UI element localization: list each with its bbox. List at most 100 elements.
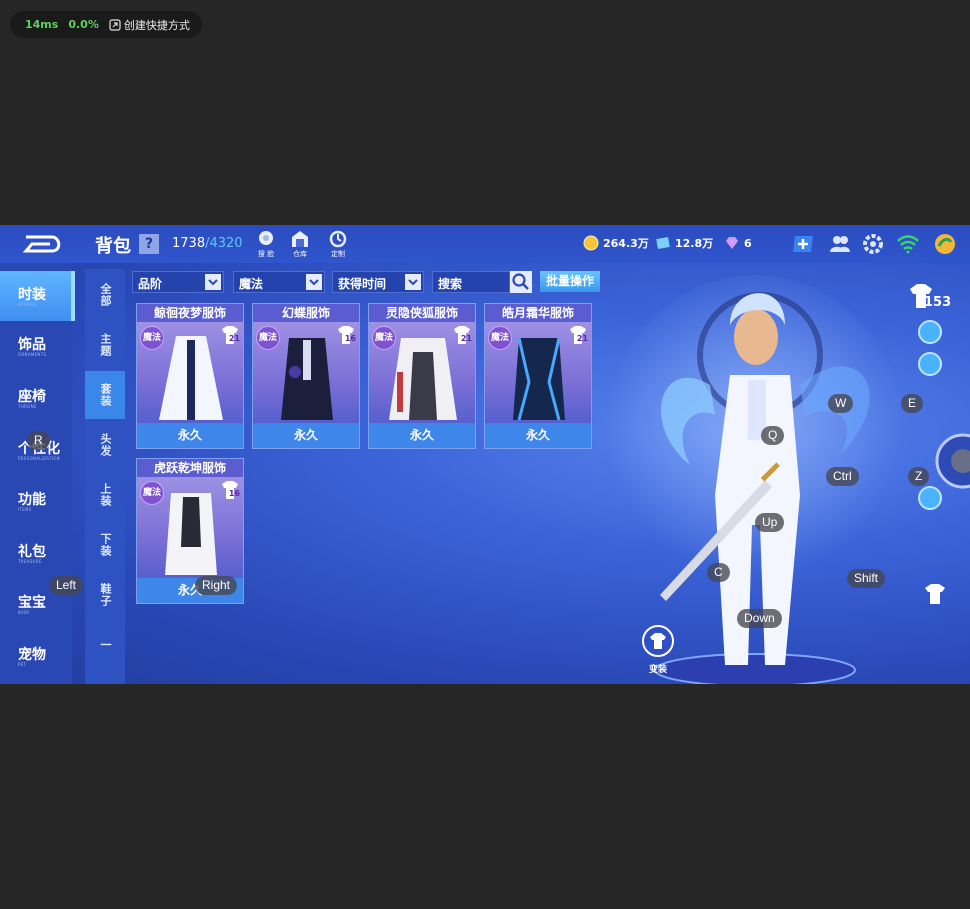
key-hint-r: R: [27, 431, 50, 450]
subtab-bottom[interactable]: 下装: [85, 521, 125, 569]
music-button[interactable]: [918, 352, 942, 376]
gold-currency: 264.3万: [583, 235, 649, 251]
joystick-icon[interactable]: [935, 433, 970, 489]
coupon-currency: 12.8万: [655, 235, 713, 251]
diamond-icon: [726, 237, 738, 249]
subtab-label: 鞋子: [99, 583, 112, 607]
friends-icon[interactable]: [828, 232, 852, 256]
item-card[interactable]: 灵隐侠狐服饰 魔法 21 永久: [368, 303, 476, 449]
outfit-count-value: 153: [924, 295, 952, 310]
vehicle-button[interactable]: [918, 320, 942, 344]
wardrobe-shirt-icon[interactable]: [922, 581, 948, 607]
key-hint-down: Down: [737, 609, 782, 628]
search-input[interactable]: 搜索: [432, 271, 510, 293]
item-duration: 永久: [485, 423, 591, 448]
dye-button[interactable]: 搜 脸: [253, 229, 279, 259]
key-hint-q: Q: [761, 426, 785, 445]
item-duration: 永久: [369, 423, 475, 448]
change-outfit-label: 变装: [648, 665, 667, 675]
page-title: 背包: [95, 236, 131, 257]
item-duration: 永久: [137, 423, 243, 448]
gold-coin-icon: [583, 235, 599, 251]
nav-apparel[interactable]: 时装 APPAREL: [0, 271, 75, 321]
nav-ornaments[interactable]: 饰品 ORNAMENTS: [0, 321, 72, 371]
accelerator-icon[interactable]: [933, 232, 957, 256]
quality-filter-label: 品阶: [138, 277, 163, 291]
diamond-value: 6: [744, 236, 752, 250]
search-placeholder: 搜索: [438, 277, 463, 291]
nav-sub: BABY: [18, 610, 30, 615]
help-button[interactable]: ?: [139, 234, 159, 254]
subtab-top[interactable]: 上装: [85, 471, 125, 519]
change-outfit-button[interactable]: 变装: [640, 625, 676, 676]
nav-label: 礼包: [18, 544, 46, 560]
item-card[interactable]: 鲸徊夜梦服饰 魔法 21 永久: [136, 303, 244, 449]
nav-label: 宝宝: [18, 595, 46, 611]
nav-items[interactable]: 功能 ITEMS: [0, 476, 72, 526]
nav-sub: TREASURE: [18, 559, 42, 564]
item-card[interactable]: 皓月霜华服饰 魔法 21 永久: [484, 303, 592, 449]
nav-throne[interactable]: 座椅 THRONE: [0, 373, 72, 423]
sort-filter[interactable]: 获得时间: [332, 271, 424, 293]
search-icon: [512, 273, 529, 290]
shortcut-label: 创建快捷方式: [123, 18, 190, 32]
item-badge: 魔法: [140, 326, 164, 350]
nav-label: 功能: [18, 492, 46, 508]
nav-label: 座椅: [18, 389, 46, 405]
item-badge: 魔法: [488, 326, 512, 350]
item-badge: 魔法: [140, 481, 164, 505]
subtab-label: 全部: [99, 283, 112, 307]
type-filter[interactable]: 魔法: [233, 271, 325, 293]
key-hint-shift: Shift: [847, 569, 886, 588]
gender-button[interactable]: [918, 486, 942, 510]
custom-button[interactable]: 定制: [325, 229, 351, 259]
game-viewport[interactable]: 背包 ? 1738/4320 搜 脸 仓库 定制 264.3万 12.8万 6 …: [0, 225, 970, 684]
subtab-shoes[interactable]: 鞋子: [85, 571, 125, 619]
change-outfit-icon: [642, 625, 674, 657]
shortcut-button[interactable]: 创建快捷方式: [109, 17, 190, 33]
key-hint-c: C: [707, 563, 730, 582]
nav-sub: ORNAMENTS: [18, 352, 47, 357]
subtab-label: 下装: [99, 533, 112, 557]
nav-pet[interactable]: 宠物 PET: [0, 631, 72, 681]
coupon-icon: [656, 237, 670, 249]
add-icon[interactable]: [791, 232, 815, 256]
nav-treasure[interactable]: 礼包 TREASURE: [0, 528, 72, 578]
search-button[interactable]: [510, 271, 532, 293]
nav-sub: PERSONALIZATION: [18, 456, 60, 461]
latency-text: 14ms: [25, 18, 59, 31]
subtab-hair[interactable]: 头发: [85, 421, 125, 469]
item-card[interactable]: 幻蝶服饰 魔法 16 永久: [252, 303, 360, 449]
wifi-icon: [897, 235, 919, 254]
settings-gear-icon[interactable]: [861, 232, 885, 256]
item-name: 灵隐侠狐服饰: [369, 304, 475, 322]
custom-label: 定制: [331, 250, 345, 258]
item-level: 21: [460, 334, 472, 343]
quality-filter[interactable]: 品阶: [132, 271, 224, 293]
category-nav: 时装 APPAREL 饰品 ORNAMENTS 座椅 THRONE 个性化 PE…: [0, 263, 75, 684]
subtab-suit[interactable]: 套装: [85, 371, 125, 419]
nav-sub: PET: [18, 662, 27, 667]
item-name: 幻蝶服饰: [253, 304, 359, 322]
warehouse-icon: [292, 231, 308, 247]
subcategory-nav: 全部 主题 套装 头发 上装 下装 鞋子 一: [85, 269, 125, 684]
nav-sub: THRONE: [18, 404, 37, 409]
item-level: 16: [344, 334, 356, 343]
subtab-theme[interactable]: 主题: [85, 321, 125, 369]
capacity-used: 1738: [172, 236, 206, 251]
subtab-more[interactable]: 一: [85, 621, 125, 669]
key-hint-up: Up: [755, 513, 785, 532]
warehouse-button[interactable]: 仓库: [287, 229, 313, 259]
batch-operation-button[interactable]: 批量操作: [540, 271, 600, 292]
loss-text: 0.0%: [68, 18, 99, 31]
item-name: 虎跃乾坤服饰: [137, 459, 243, 477]
subtab-all[interactable]: 全部: [85, 271, 125, 319]
capacity-max: /4320: [205, 236, 243, 251]
subtab-label: 一: [99, 639, 112, 651]
outfit-count[interactable]: 153: [906, 281, 951, 315]
key-hint-right: Right: [195, 576, 238, 595]
item-level: 21: [228, 334, 240, 343]
warehouse-label: 仓库: [293, 250, 307, 258]
item-duration: 永久: [253, 423, 359, 448]
chevron-down-icon: [309, 279, 319, 286]
